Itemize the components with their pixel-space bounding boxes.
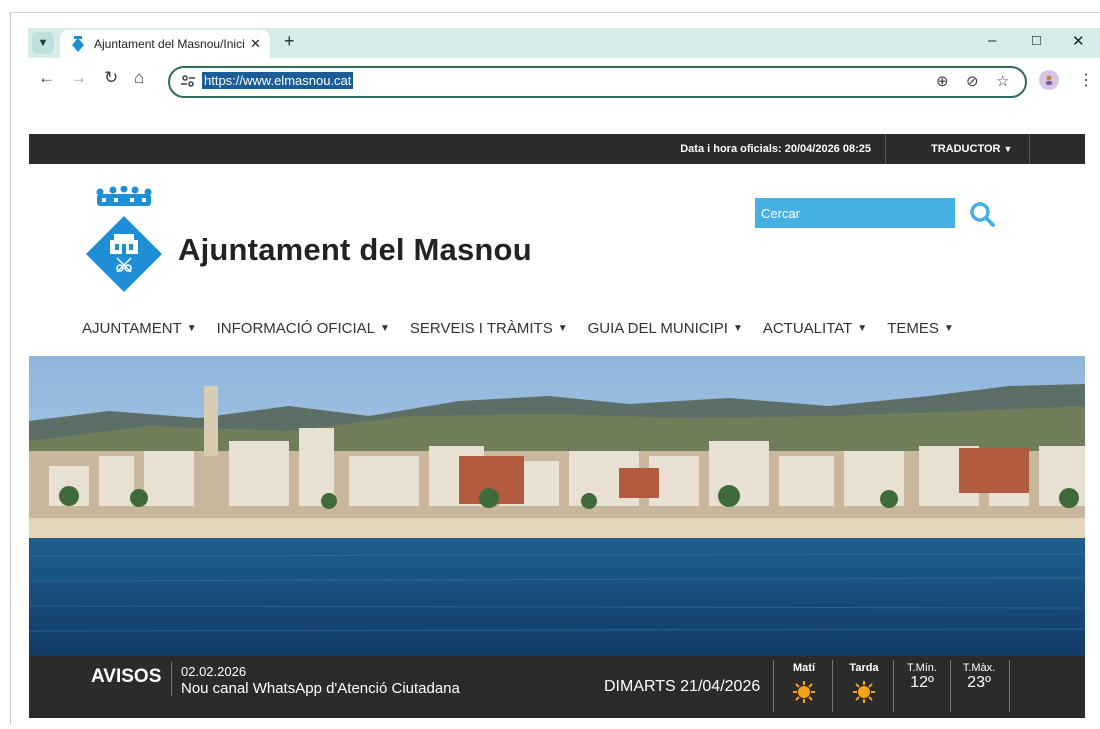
tab-close-icon[interactable]: ✕ bbox=[250, 36, 261, 52]
temp-max-value: 23º bbox=[967, 674, 991, 691]
window-border-left bbox=[10, 12, 11, 724]
notices-divider bbox=[171, 662, 172, 696]
official-datetime: Data i hora oficials: 20/04/2026 08:25 bbox=[680, 143, 871, 155]
tab-search-dropdown-icon[interactable]: ▼ bbox=[32, 32, 54, 54]
translator-dropdown[interactable]: TRADUCTOR ▼ bbox=[931, 143, 1012, 155]
topbar-divider bbox=[885, 134, 886, 164]
nav-item-guia-municipi[interactable]: GUIA DEL MUNICIPI ▼ bbox=[588, 320, 743, 337]
nav-item-ajuntament[interactable]: AJUNTAMENT ▼ bbox=[82, 320, 197, 337]
temp-max-label: T.Màx. bbox=[962, 662, 996, 674]
notices-label: AVISOS bbox=[91, 666, 162, 687]
nav-label: INFORMACIÓ OFICIAL bbox=[216, 320, 375, 337]
tab-title: Ajuntament del Masnou/Inici bbox=[94, 37, 244, 51]
chevron-down-icon: ▼ bbox=[186, 323, 197, 334]
chevron-down-icon: ▼ bbox=[557, 323, 568, 334]
close-window-icon[interactable]: ✕ bbox=[1072, 32, 1085, 50]
site-info-icon[interactable] bbox=[180, 73, 196, 89]
weather-divider bbox=[773, 660, 774, 712]
browser-tab-active[interactable]: Ajuntament del Masnou/Inici ✕ bbox=[60, 30, 270, 58]
weather-morning-label: Matí bbox=[793, 662, 815, 674]
site-title[interactable]: Ajuntament del Masnou bbox=[178, 232, 532, 268]
sun-icon bbox=[853, 681, 875, 703]
minimize-icon[interactable]: – bbox=[988, 32, 996, 49]
temp-min-label: T.Mín. bbox=[907, 662, 937, 674]
browser-menu-icon[interactable]: ⋮ bbox=[1078, 70, 1094, 90]
browser-toolbar: ← → ↻ ⌂ https://www.elmasnou.cat ⊕ ⊘ ☆ ⋮ bbox=[28, 58, 1100, 102]
nav-label: TEMES bbox=[887, 320, 939, 337]
nav-label: GUIA DEL MUNICIPI bbox=[587, 320, 728, 337]
site-topbar: Data i hora oficials: 20/04/2026 08:25 T… bbox=[29, 134, 1085, 164]
current-date: DIMARTS 21/04/2026 bbox=[604, 678, 761, 695]
screenshot-frame: ▼ Ajuntament del Masnou/Inici ✕ + – □ ✕ … bbox=[0, 0, 1100, 729]
chevron-down-icon: ▼ bbox=[732, 323, 743, 334]
search-input[interactable] bbox=[755, 198, 955, 228]
search-icon[interactable] bbox=[968, 200, 996, 228]
translator-label: TRADUCTOR bbox=[931, 143, 1001, 155]
browser-tabstrip: ▼ Ajuntament del Masnou/Inici ✕ + – □ ✕ bbox=[28, 28, 1100, 58]
new-tab-icon[interactable]: + bbox=[284, 31, 295, 52]
profile-avatar[interactable] bbox=[1039, 70, 1059, 90]
sun-icon bbox=[793, 681, 815, 703]
chevron-down-icon: ▼ bbox=[1003, 144, 1013, 154]
bookmark-star-icon[interactable]: ☆ bbox=[996, 72, 1009, 90]
reload-icon[interactable]: ↻ bbox=[104, 68, 118, 88]
nav-label: ACTUALITAT bbox=[762, 320, 853, 337]
chevron-down-icon: ▼ bbox=[857, 323, 868, 334]
notice-link[interactable]: Nou canal WhatsApp d'Atenció Ciutadana bbox=[181, 680, 460, 697]
hero-banner-image bbox=[29, 356, 1085, 656]
zoom-icon[interactable]: ⊕ bbox=[936, 72, 949, 90]
eye-off-icon[interactable]: ⊘ bbox=[966, 72, 979, 90]
chevron-down-icon: ▼ bbox=[379, 323, 390, 334]
home-icon[interactable]: ⌂ bbox=[134, 68, 144, 88]
forward-icon[interactable]: → bbox=[70, 68, 87, 88]
maximize-icon[interactable]: □ bbox=[1032, 32, 1041, 49]
notice-date: 02.02.2026 bbox=[181, 664, 247, 679]
back-icon[interactable]: ← bbox=[38, 68, 55, 88]
nav-label: SERVEIS I TRÀMITS bbox=[409, 320, 553, 337]
window-border-top bbox=[10, 12, 1100, 13]
nav-item-serveis-tramits[interactable]: SERVEIS I TRÀMITS ▼ bbox=[410, 320, 568, 337]
info-bar: AVISOS 02.02.2026 Nou canal WhatsApp d'A… bbox=[29, 656, 1085, 718]
weather-divider bbox=[893, 660, 894, 712]
weather-divider bbox=[832, 660, 833, 712]
weather-divider bbox=[1009, 660, 1010, 712]
temp-min-value: 12º bbox=[910, 674, 934, 691]
nav-label: AJUNTAMENT bbox=[82, 320, 182, 337]
nav-item-actualitat[interactable]: ACTUALITAT ▼ bbox=[763, 320, 867, 337]
site-favicon-icon bbox=[70, 36, 86, 52]
url-text[interactable]: https://www.elmasnou.cat bbox=[202, 72, 354, 89]
nav-item-informacio-oficial[interactable]: INFORMACIÓ OFICIAL ▼ bbox=[217, 320, 390, 337]
city-coat-of-arms-logo[interactable] bbox=[84, 186, 164, 296]
weather-divider bbox=[950, 660, 951, 712]
topbar-divider bbox=[1029, 134, 1030, 164]
nav-item-temes[interactable]: TEMES ▼ bbox=[887, 320, 954, 337]
weather-afternoon-label: Tarda bbox=[849, 662, 879, 674]
address-bar[interactable]: https://www.elmasnou.cat ⊕ ⊘ ☆ bbox=[168, 66, 1027, 98]
chevron-down-icon: ▼ bbox=[943, 323, 954, 334]
main-navigation: AJUNTAMENT ▼ INFORMACIÓ OFICIAL ▼ SERVEIS … bbox=[82, 320, 974, 337]
